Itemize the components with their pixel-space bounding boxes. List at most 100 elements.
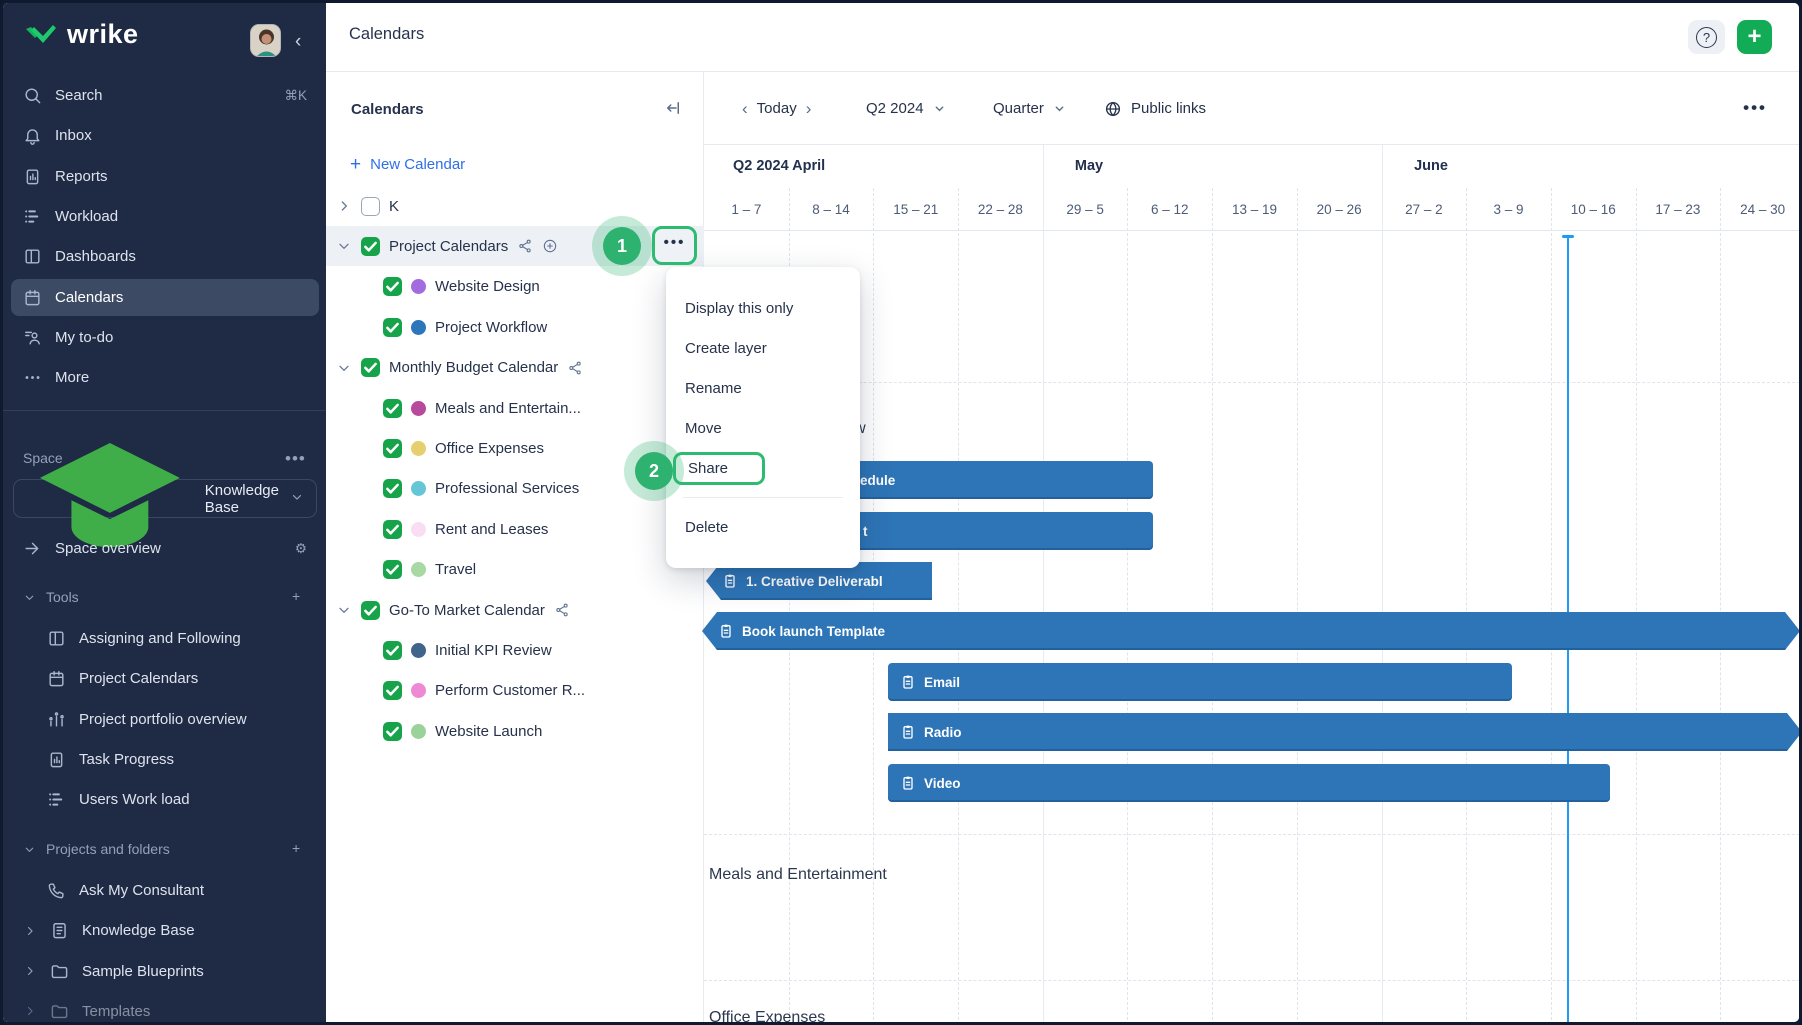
menu-item-rename[interactable]: Rename bbox=[666, 368, 860, 408]
sidebar-item-project-calendars[interactable]: Project Calendars bbox=[11, 660, 319, 697]
filter-icon[interactable] bbox=[551, 723, 567, 739]
sidebar-item-knowledge-base[interactable]: Knowledge Base bbox=[11, 912, 319, 949]
calendar-checkbox[interactable] bbox=[383, 560, 402, 579]
calendar-label: Project Calendars bbox=[389, 238, 508, 255]
sidebar-item-calendars[interactable]: Calendars bbox=[11, 279, 319, 316]
plus-circle-icon[interactable] bbox=[542, 238, 558, 254]
gantt-bar[interactable]: Email bbox=[888, 663, 1512, 701]
chevron-right-icon[interactable] bbox=[23, 1004, 37, 1018]
calendar-tree-row[interactable]: Project Calendars bbox=[326, 226, 704, 266]
calendar-tree-row[interactable]: Website Design bbox=[326, 267, 704, 307]
calendar-label: Go-To Market Calendar bbox=[389, 602, 545, 619]
collapse-panel-icon[interactable] bbox=[664, 99, 682, 117]
calendar-tree-row[interactable]: Project Workflow bbox=[326, 307, 704, 347]
tools-section-header[interactable]: Tools bbox=[23, 589, 79, 605]
share-icon[interactable] bbox=[567, 359, 583, 377]
calendar-checkbox[interactable] bbox=[361, 601, 380, 620]
sidebar-item-my-to-do[interactable]: My to-do bbox=[11, 319, 319, 356]
share-icon[interactable] bbox=[554, 601, 570, 619]
user-avatar[interactable] bbox=[250, 24, 281, 57]
sidebar-item-task-progress[interactable]: Task Progress bbox=[11, 741, 319, 778]
filter-icon[interactable] bbox=[556, 319, 572, 335]
filter-icon[interactable] bbox=[594, 683, 610, 699]
menu-item-move[interactable]: Move bbox=[666, 408, 860, 448]
calendar-tree-row[interactable]: Monthly Budget Calendar bbox=[326, 348, 704, 388]
calendar-tree-row[interactable]: Website Launch bbox=[326, 711, 704, 751]
calendar-checkbox[interactable] bbox=[383, 722, 402, 741]
calendar-tree-row[interactable]: Initial KPI Review bbox=[326, 630, 704, 670]
sidebar-item-sample-blueprints[interactable]: Sample Blueprints bbox=[11, 953, 319, 990]
calendar-checkbox[interactable] bbox=[361, 197, 380, 216]
calendar-tree-row[interactable]: Perform Customer R... bbox=[326, 671, 704, 711]
sidebar-item-search[interactable]: Search⌘K bbox=[11, 77, 319, 114]
menu-item-create-layer[interactable]: Create layer bbox=[666, 328, 860, 368]
chevron-down-icon bbox=[290, 490, 304, 508]
help-button[interactable]: ? bbox=[1688, 20, 1725, 54]
calendar-checkbox[interactable] bbox=[383, 439, 402, 458]
calendar-tree-row[interactable]: Go-To Market Calendar bbox=[326, 590, 704, 630]
tools-add-icon[interactable]: + bbox=[292, 588, 300, 604]
calendar-color-dot bbox=[411, 522, 426, 537]
calendar-checkbox[interactable] bbox=[383, 520, 402, 539]
dashboard-icon bbox=[23, 247, 42, 266]
collapse-sidebar-icon[interactable]: ‹ bbox=[295, 31, 301, 53]
space-more-icon[interactable]: ••• bbox=[285, 449, 306, 469]
wrike-logo[interactable]: wrike bbox=[23, 19, 139, 50]
sidebar-item-label: Space overview bbox=[55, 540, 161, 557]
calendar-tree-row[interactable]: Meals and Entertain... bbox=[326, 388, 704, 428]
gantt-bar[interactable]: Video bbox=[888, 764, 1610, 802]
menu-item-delete[interactable]: Delete bbox=[666, 507, 860, 547]
chevron-down-icon[interactable] bbox=[336, 602, 352, 618]
menu-item-share[interactable]: Share bbox=[666, 448, 860, 488]
sidebar-item-templates[interactable]: Templates bbox=[11, 993, 319, 1025]
calendar-color-dot bbox=[411, 643, 426, 658]
calendar-checkbox[interactable] bbox=[383, 318, 402, 337]
filter-icon[interactable] bbox=[588, 481, 604, 497]
calendar-checkbox[interactable] bbox=[383, 479, 402, 498]
sidebar-item-workload[interactable]: Workload bbox=[11, 198, 319, 235]
calendar-checkbox[interactable] bbox=[361, 237, 380, 256]
sidebar-item-label: Reports bbox=[55, 168, 108, 185]
calendar-checkbox[interactable] bbox=[383, 681, 402, 700]
menu-item-display-this-only[interactable]: Display this only bbox=[666, 288, 860, 328]
calendar-checkbox[interactable] bbox=[361, 358, 380, 377]
calendar-tree-row[interactable]: Travel bbox=[326, 550, 704, 590]
calendar-checkbox[interactable] bbox=[383, 641, 402, 660]
share-icon[interactable] bbox=[517, 237, 533, 255]
sidebar-item-space-overview[interactable]: Space overview ⚙ bbox=[11, 530, 319, 567]
sidebar-item-assigning-and-following[interactable]: Assigning and Following bbox=[11, 620, 319, 657]
calendar-label: Perform Customer R... bbox=[435, 682, 585, 699]
gantt-bar[interactable]: Radio bbox=[888, 713, 1802, 751]
filter-icon[interactable] bbox=[553, 440, 569, 456]
calendar-checkbox[interactable] bbox=[383, 399, 402, 418]
sidebar-item-ask-my-consultant[interactable]: Ask My Consultant bbox=[11, 872, 319, 909]
section-heading: Office Expenses bbox=[709, 1009, 825, 1025]
projects-section-header[interactable]: Projects and folders bbox=[23, 841, 170, 857]
gantt-bar[interactable]: Book launch Template bbox=[702, 612, 1800, 650]
gear-icon[interactable]: ⚙ bbox=[295, 541, 307, 557]
sidebar-item-dashboards[interactable]: Dashboards bbox=[11, 238, 319, 275]
chevron-right-icon[interactable] bbox=[23, 924, 37, 938]
calendar-checkbox[interactable] bbox=[383, 277, 402, 296]
chevron-down-icon[interactable] bbox=[336, 238, 352, 254]
chevron-right-icon[interactable] bbox=[336, 198, 352, 214]
chevron-down-icon[interactable] bbox=[336, 360, 352, 376]
calendar-color-dot bbox=[411, 683, 426, 698]
filter-icon[interactable] bbox=[590, 400, 606, 416]
filter-icon[interactable] bbox=[557, 521, 573, 537]
sidebar-item-users-work-load[interactable]: Users Work load bbox=[11, 781, 319, 818]
new-calendar-button[interactable]: + New Calendar bbox=[350, 155, 465, 174]
chevron-right-icon[interactable] bbox=[23, 964, 37, 978]
calendar-tree-row[interactable]: K bbox=[326, 186, 704, 226]
filter-icon[interactable] bbox=[485, 562, 501, 578]
projects-add-icon[interactable]: + bbox=[292, 840, 300, 856]
sidebar-item-more[interactable]: More bbox=[11, 359, 319, 396]
sidebar-item-inbox[interactable]: Inbox bbox=[11, 117, 319, 154]
sidebar-item-reports[interactable]: Reports bbox=[11, 158, 319, 195]
space-selector[interactable]: Knowledge Base bbox=[13, 479, 317, 518]
sidebar-item-project-portfolio-overview[interactable]: Project portfolio overview bbox=[11, 701, 319, 738]
calendar-more-button[interactable]: ••• bbox=[652, 226, 697, 265]
add-button[interactable]: + bbox=[1737, 20, 1772, 54]
calendar-label: Travel bbox=[435, 561, 476, 578]
calendar-tree-row[interactable]: Rent and Leases bbox=[326, 509, 704, 549]
